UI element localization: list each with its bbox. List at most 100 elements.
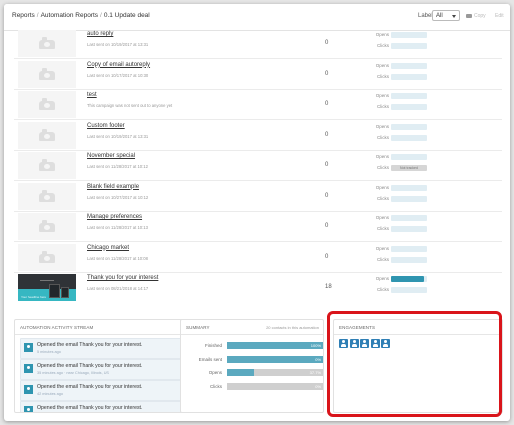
campaign-title-link[interactable]: Manage preferences [87,214,142,220]
campaign-thumbnail[interactable] [18,213,76,240]
label-filter-select[interactable]: All [432,10,460,21]
activity-stream-header: AUTOMATION ACTIVITY STREAM [15,320,187,335]
activity-item[interactable]: Opened the email Thank you for your inte… [20,401,184,412]
contact-avatar-icon [24,406,33,412]
campaign-sent-count: 0 [325,40,329,46]
campaign-list: auto reply Last sent on 10/19/2017 at 13:… [14,30,504,302]
activity-item[interactable]: Opened the email Thank you for your inte… [20,359,184,380]
activity-item[interactable]: Opened the email Thank you for your inte… [20,380,184,401]
activity-meta: 42 minutes ago [37,392,63,396]
campaign-last-sent: Last sent on 11/28/2017 at 10:12 [87,164,148,169]
activity-text: Opened the email Thank you for your inte… [37,405,143,411]
opens-label: Opens [375,245,389,251]
activity-text: Opened the email Thank you for your inte… [37,363,143,369]
opens-bar [391,123,427,130]
campaign-last-sent: Last sent on 10/19/2017 at 13:31 [87,42,149,47]
opens-bar [391,93,427,99]
campaign-sent-count: 0 [325,253,329,260]
campaign-last-sent: Last sent on 10/19/2017 at 13:31 [87,133,149,139]
campaign-sent-count: 0 [325,192,329,199]
opens-bar [391,32,427,38]
clicks-label: Clicks [377,256,389,262]
opens-bar-fill [391,276,425,282]
campaign-title-link[interactable]: Copy of email autoreply [87,62,150,68]
tablet-icon [49,284,60,298]
campaign-title-link[interactable]: Chicago market [87,245,129,251]
campaign-title-link[interactable]: test [87,92,97,98]
not-tracked-badge: Not tracked [391,165,427,171]
campaign-thumbnail[interactable] [18,182,76,210]
campaign-title-link[interactable]: Blank field example [87,184,139,190]
activity-item[interactable]: Opened the email Thank you for your inte… [20,338,184,359]
campaign-row: test This campaign was not sent out to an… [14,89,502,120]
opens-label: Opens [375,184,389,190]
opens-bar [391,62,427,69]
contact-avatar-icon [24,364,33,373]
summary-contacts-note: 20 contacts in this automation [266,325,319,330]
clicks-label: Clicks [377,226,389,231]
clicks-bar [391,43,427,49]
summary-percent: 37.7% [309,370,321,375]
summary-bar-fill [227,342,323,349]
opens-label: Opens [375,123,389,129]
campaign-row: Manage preferences Last sent on 11/28/201… [14,211,502,242]
campaign-thumbnail[interactable] [18,121,76,149]
clicks-label: Clicks [377,287,389,292]
campaign-row: Copy of email autoreply Last sent on 10/1… [14,59,502,90]
image-placeholder-icon [39,98,55,110]
breadcrumb-separator: / [36,12,39,19]
opens-label: Opens [375,32,389,37]
app-window: Reports / Automation Reports/0.1 Update de… [4,4,510,421]
summary-bar-fill [227,355,323,363]
campaign-thumbnail[interactable]: Your headline here [18,274,76,301]
image-placeholder-icon [39,128,55,141]
campaign-thumbnail[interactable] [18,60,76,88]
summary-row: Clicks 0% [186,382,323,391]
clicks-bar [391,134,427,141]
campaign-title-link[interactable]: Thank you for your interest [87,275,158,281]
campaign-row: auto reply Last sent on 10/19/2017 at 13:… [14,30,502,59]
campaign-thumbnail[interactable] [18,30,76,57]
opens-bar [391,245,427,252]
clicks-bar [391,226,427,232]
campaign-last-sent: Last sent on 10/27/2017 at 10:12 [87,194,149,200]
campaign-row: Blank field example Last sent on 10/27/20… [14,181,502,212]
campaign-title-link[interactable]: auto reply [87,31,113,37]
opens-label: Opens [375,62,389,68]
campaign-thumbnail[interactable] [18,91,76,118]
image-placeholder-icon [39,220,55,232]
campaign-thumbnail[interactable] [18,152,76,179]
campaign-thumbnail[interactable] [18,243,76,271]
campaign-last-sent: Last sent on 11/28/2017 at 10:13 [87,225,148,230]
breadcrumb-automation-reports[interactable]: Automation Reports [41,12,98,19]
opens-label: Opens [375,154,389,159]
summary-percent: 0% [315,356,321,362]
campaign-title-link[interactable]: November special [87,153,135,159]
campaign-sent-count: 0 [325,101,329,107]
clicks-label: Clicks [377,195,389,201]
campaign-title-link[interactable]: Custom footer [87,123,125,129]
edit-button[interactable]: Edit [495,13,504,19]
campaign-row: November special Last sent on 11/28/2017 … [14,150,502,181]
image-placeholder-icon [39,37,55,49]
thumbnail-divider [40,280,54,281]
activity-text: Opened the email Thank you for your inte… [37,342,143,348]
opens-label: Opens [375,215,389,220]
breadcrumb-current: 0.1 Update deal [103,12,150,19]
contact-avatar-icon [24,385,33,394]
clicks-bar [391,256,427,263]
clicks-label: Clicks [377,73,389,79]
opens-bar [391,215,427,221]
copy-button[interactable]: Copy [474,13,486,19]
breadcrumb-reports[interactable]: Reports [12,12,35,19]
thumbnail-text: Your headline here [21,295,47,299]
campaign-last-sent: Last sent on 11/28/2017 at 10:08 [87,255,148,261]
phone-icon [61,287,69,298]
activity-stream-title: AUTOMATION ACTIVITY STREAM [20,325,94,330]
opens-bar [391,276,427,282]
campaign-sent-count: 0 [325,70,329,77]
summary-row-label: Opens [208,370,222,375]
campaign-sent-count: 0 [325,131,329,138]
summary-title: SUMMARY [186,325,210,330]
activity-stream-panel: AUTOMATION ACTIVITY STREAM Opened the em… [14,319,188,413]
